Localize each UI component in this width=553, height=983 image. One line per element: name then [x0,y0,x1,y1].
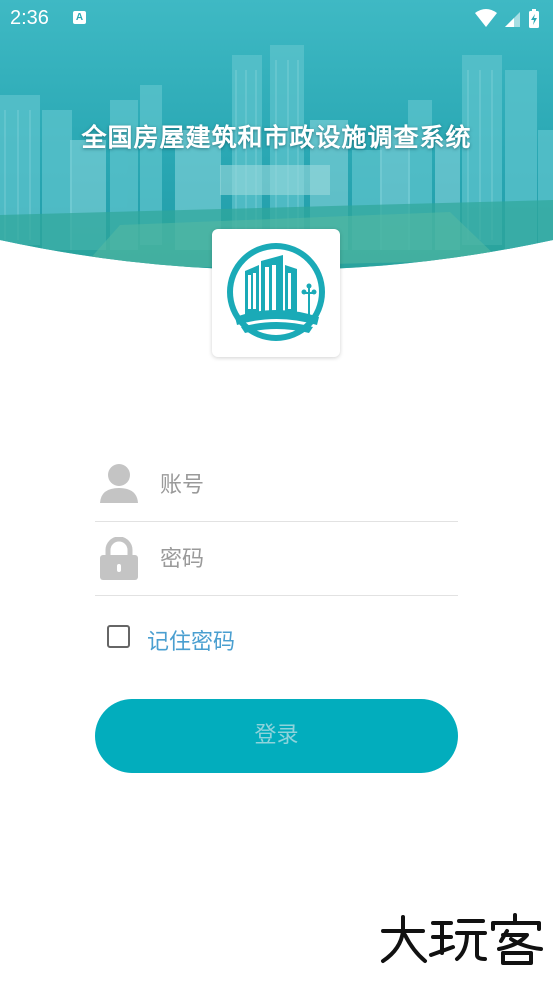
remember-label[interactable]: 记住密码 [147,624,235,656]
logo-card [212,229,340,357]
battery-charging-icon [529,9,539,28]
status-time: 2:36 [10,7,49,29]
lock-icon [99,536,139,585]
notification-a-icon: A [73,11,86,24]
login-button[interactable]: 登录 [95,699,458,773]
wifi-icon [475,9,497,27]
status-bar: 2:36 A [0,0,553,38]
password-input[interactable] [158,538,452,580]
building-logo-icon [227,243,325,341]
remember-checkbox[interactable] [107,625,130,648]
app-title: 全国房屋建筑和市政设施调查系统 [81,123,472,152]
password-field [95,522,458,596]
username-field [95,448,458,522]
watermark-logo [379,913,547,969]
user-icon [99,463,139,509]
signal-icon [505,12,520,27]
status-icons [473,8,543,34]
username-input[interactable] [158,464,452,506]
